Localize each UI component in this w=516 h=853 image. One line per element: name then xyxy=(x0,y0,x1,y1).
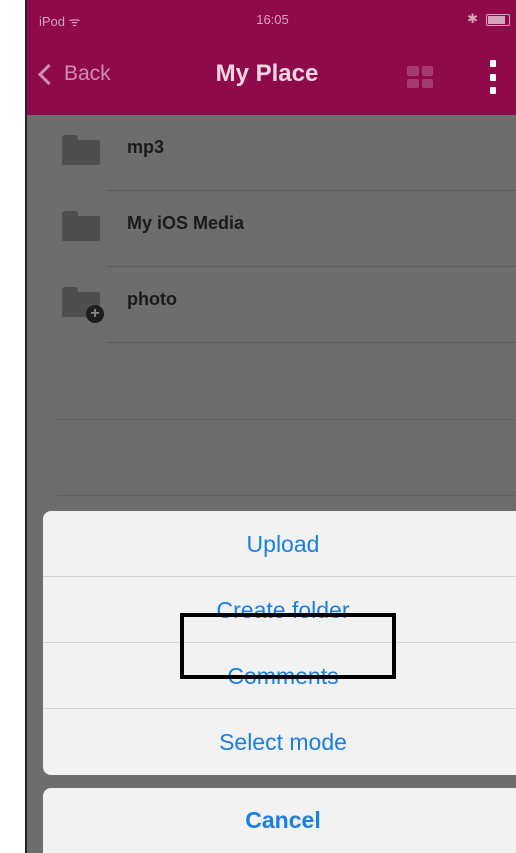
cancel-label: Cancel xyxy=(245,807,321,833)
list-item[interactable]: + photo xyxy=(27,267,516,343)
chevron-right-icon xyxy=(507,212,516,232)
nav-bar: Back My Place xyxy=(27,40,516,115)
more-vertical-icon[interactable] xyxy=(489,60,497,94)
select-mode-label: Select mode xyxy=(219,729,347,755)
status-bar: iPod ᯤ 16:05 ✱ xyxy=(27,0,516,40)
cancel-button[interactable]: Cancel xyxy=(43,788,516,853)
folder-name: mp3 xyxy=(127,137,165,157)
folder-icon xyxy=(62,135,100,165)
battery-icon xyxy=(486,14,510,26)
folder-name: photo xyxy=(127,289,177,309)
select-mode-button[interactable]: Select mode xyxy=(43,709,516,775)
app-screen: iPod ᯤ 16:05 ✱ Back My Place mp3 My iOS … xyxy=(25,0,516,853)
upload-label: Upload xyxy=(246,531,320,557)
folder-add-icon: + xyxy=(62,287,104,323)
list-item[interactable]: My iOS Media xyxy=(27,191,516,267)
page-title: My Place xyxy=(215,60,319,87)
divider xyxy=(57,419,516,420)
chevron-right-icon xyxy=(507,288,516,308)
bluetooth-icon: ✱ xyxy=(467,11,478,26)
chevron-right-icon xyxy=(507,136,516,156)
folder-name: My iOS Media xyxy=(127,213,245,233)
highlight-annotation xyxy=(180,613,396,679)
grid-icon[interactable] xyxy=(407,66,433,88)
folder-icon xyxy=(62,211,100,241)
list-item[interactable]: mp3 xyxy=(27,115,516,191)
status-time: 16:05 xyxy=(256,12,289,27)
upload-button[interactable]: Upload xyxy=(43,511,516,577)
divider xyxy=(57,495,516,496)
